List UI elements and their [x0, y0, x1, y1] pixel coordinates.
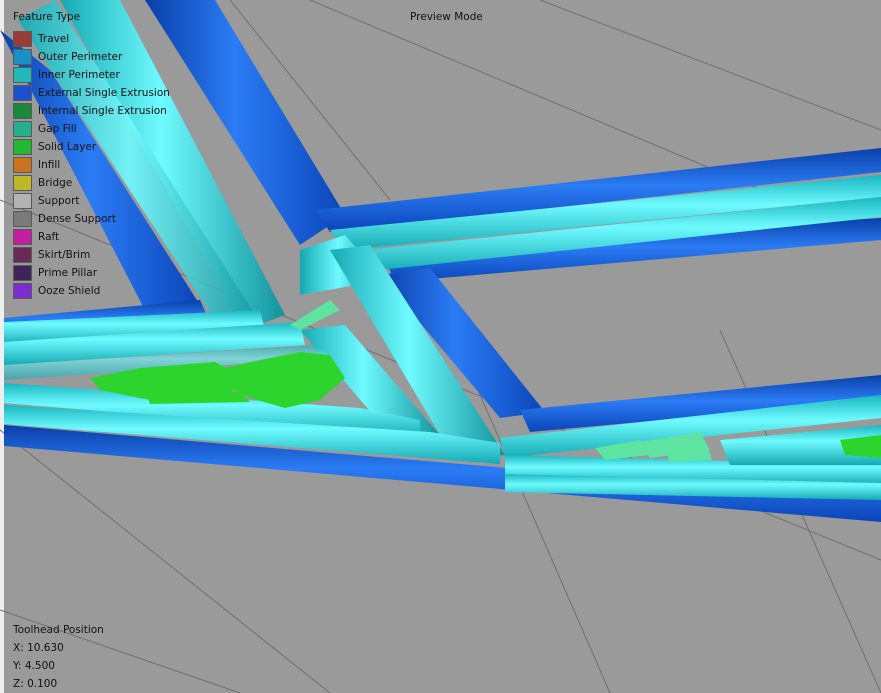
legend-item: Travel — [13, 30, 170, 48]
legend-label: Prime Pillar — [38, 267, 98, 279]
legend-item: Skirt/Brim — [13, 246, 170, 264]
legend-label: Dense Support — [38, 213, 116, 225]
legend-label: Raft — [38, 231, 60, 243]
legend-label: Travel — [38, 33, 70, 45]
legend-label: External Single Extrusion — [38, 87, 170, 99]
legend-label: Internal Single Extrusion — [38, 105, 167, 117]
legend-label: Inner Perimeter — [38, 69, 120, 81]
legend-item: Internal Single Extrusion — [13, 102, 170, 120]
legend-swatch — [13, 193, 32, 209]
legend-swatch — [13, 31, 32, 47]
legend-item: Solid Layer — [13, 138, 170, 156]
legend-swatch — [13, 229, 32, 245]
legend-item: Inner Perimeter — [13, 66, 170, 84]
feature-type-legend: Travel Outer Perimeter Inner Perimeter Exte… — [13, 30, 170, 300]
legend-swatch — [13, 283, 32, 299]
legend-item: Support — [13, 192, 170, 210]
legend-swatch — [13, 211, 32, 227]
legend-label: Gap Fill — [38, 123, 77, 135]
legend-swatch — [13, 85, 32, 101]
legend-item: Raft — [13, 228, 170, 246]
legend-swatch — [13, 157, 32, 173]
legend-swatch — [13, 265, 32, 281]
legend-swatch — [13, 247, 32, 263]
toolhead-z: Z: 0.100 — [13, 678, 58, 690]
legend-label: Bridge — [38, 177, 73, 189]
preview-mode-label: Preview Mode — [410, 11, 483, 23]
legend-swatch — [13, 139, 32, 155]
toolhead-y: Y: 4.500 — [13, 660, 55, 672]
legend-label: Solid Layer — [38, 141, 97, 153]
legend-swatch — [13, 49, 32, 65]
legend-title: Feature Type — [13, 11, 81, 23]
legend-label: Infill — [38, 159, 61, 171]
legend-item: Dense Support — [13, 210, 170, 228]
legend-item: External Single Extrusion — [13, 84, 170, 102]
toolhead-x: X: 10.630 — [13, 642, 64, 654]
legend-item: Ooze Shield — [13, 282, 170, 300]
toolhead-position-panel: Toolhead Position X: 10.630 Y: 4.500 Z: … — [13, 624, 104, 693]
legend-swatch — [13, 175, 32, 191]
legend-item: Outer Perimeter — [13, 48, 170, 66]
toolhead-title: Toolhead Position — [13, 624, 104, 636]
legend-label: Ooze Shield — [38, 285, 101, 297]
legend-swatch — [13, 121, 32, 137]
legend-item: Infill — [13, 156, 170, 174]
3d-preview-viewport[interactable]: Feature Type Preview Mode Travel Outer Pe… — [0, 0, 881, 693]
legend-item: Gap Fill — [13, 120, 170, 138]
legend-swatch — [13, 67, 32, 83]
legend-item: Bridge — [13, 174, 170, 192]
legend-label: Skirt/Brim — [38, 249, 91, 261]
legend-label: Outer Perimeter — [38, 51, 123, 63]
legend-label: Support — [38, 195, 80, 207]
legend-swatch — [13, 103, 32, 119]
legend-item: Prime Pillar — [13, 264, 170, 282]
